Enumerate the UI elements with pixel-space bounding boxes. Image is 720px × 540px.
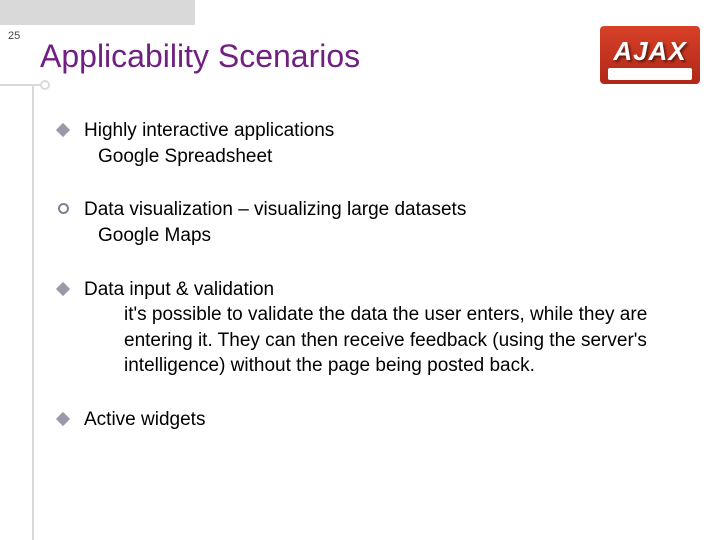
item-subtext: it's possible to validate the data the u…: [84, 302, 690, 379]
decor-vertical-line: [32, 84, 34, 540]
slide-number: 25: [8, 30, 20, 42]
diamond-bullet-icon: [56, 123, 70, 137]
item-subtext: Google Spreadsheet: [84, 144, 690, 170]
item-text: Data input & validation: [84, 279, 274, 300]
item-text: Highly interactive applications: [84, 120, 334, 141]
item-text: Active widgets: [84, 409, 205, 430]
item-subtext: Google Maps: [84, 223, 690, 249]
circle-bullet-icon: [58, 203, 69, 214]
item-text: Data visualization – visualizing large d…: [84, 199, 466, 220]
logo-text: AJAX: [600, 36, 700, 67]
top-accent-bar: [0, 0, 195, 25]
content-area: Highly interactive applications Google S…: [54, 118, 690, 433]
decor-circle-icon: [40, 80, 50, 90]
slide-title: Applicability Scenarios: [40, 38, 360, 75]
decor-horizontal-line: [0, 84, 45, 86]
list-item: Active widgets: [54, 407, 690, 433]
list-item: Data input & validation it's possible to…: [54, 277, 690, 380]
list-item: Data visualization – visualizing large d…: [54, 197, 690, 248]
logo-white-banner: [608, 68, 692, 80]
diamond-bullet-icon: [56, 412, 70, 426]
list-item: Highly interactive applications Google S…: [54, 118, 690, 169]
diamond-bullet-icon: [56, 281, 70, 295]
ajax-logo: AJAX: [600, 26, 700, 84]
